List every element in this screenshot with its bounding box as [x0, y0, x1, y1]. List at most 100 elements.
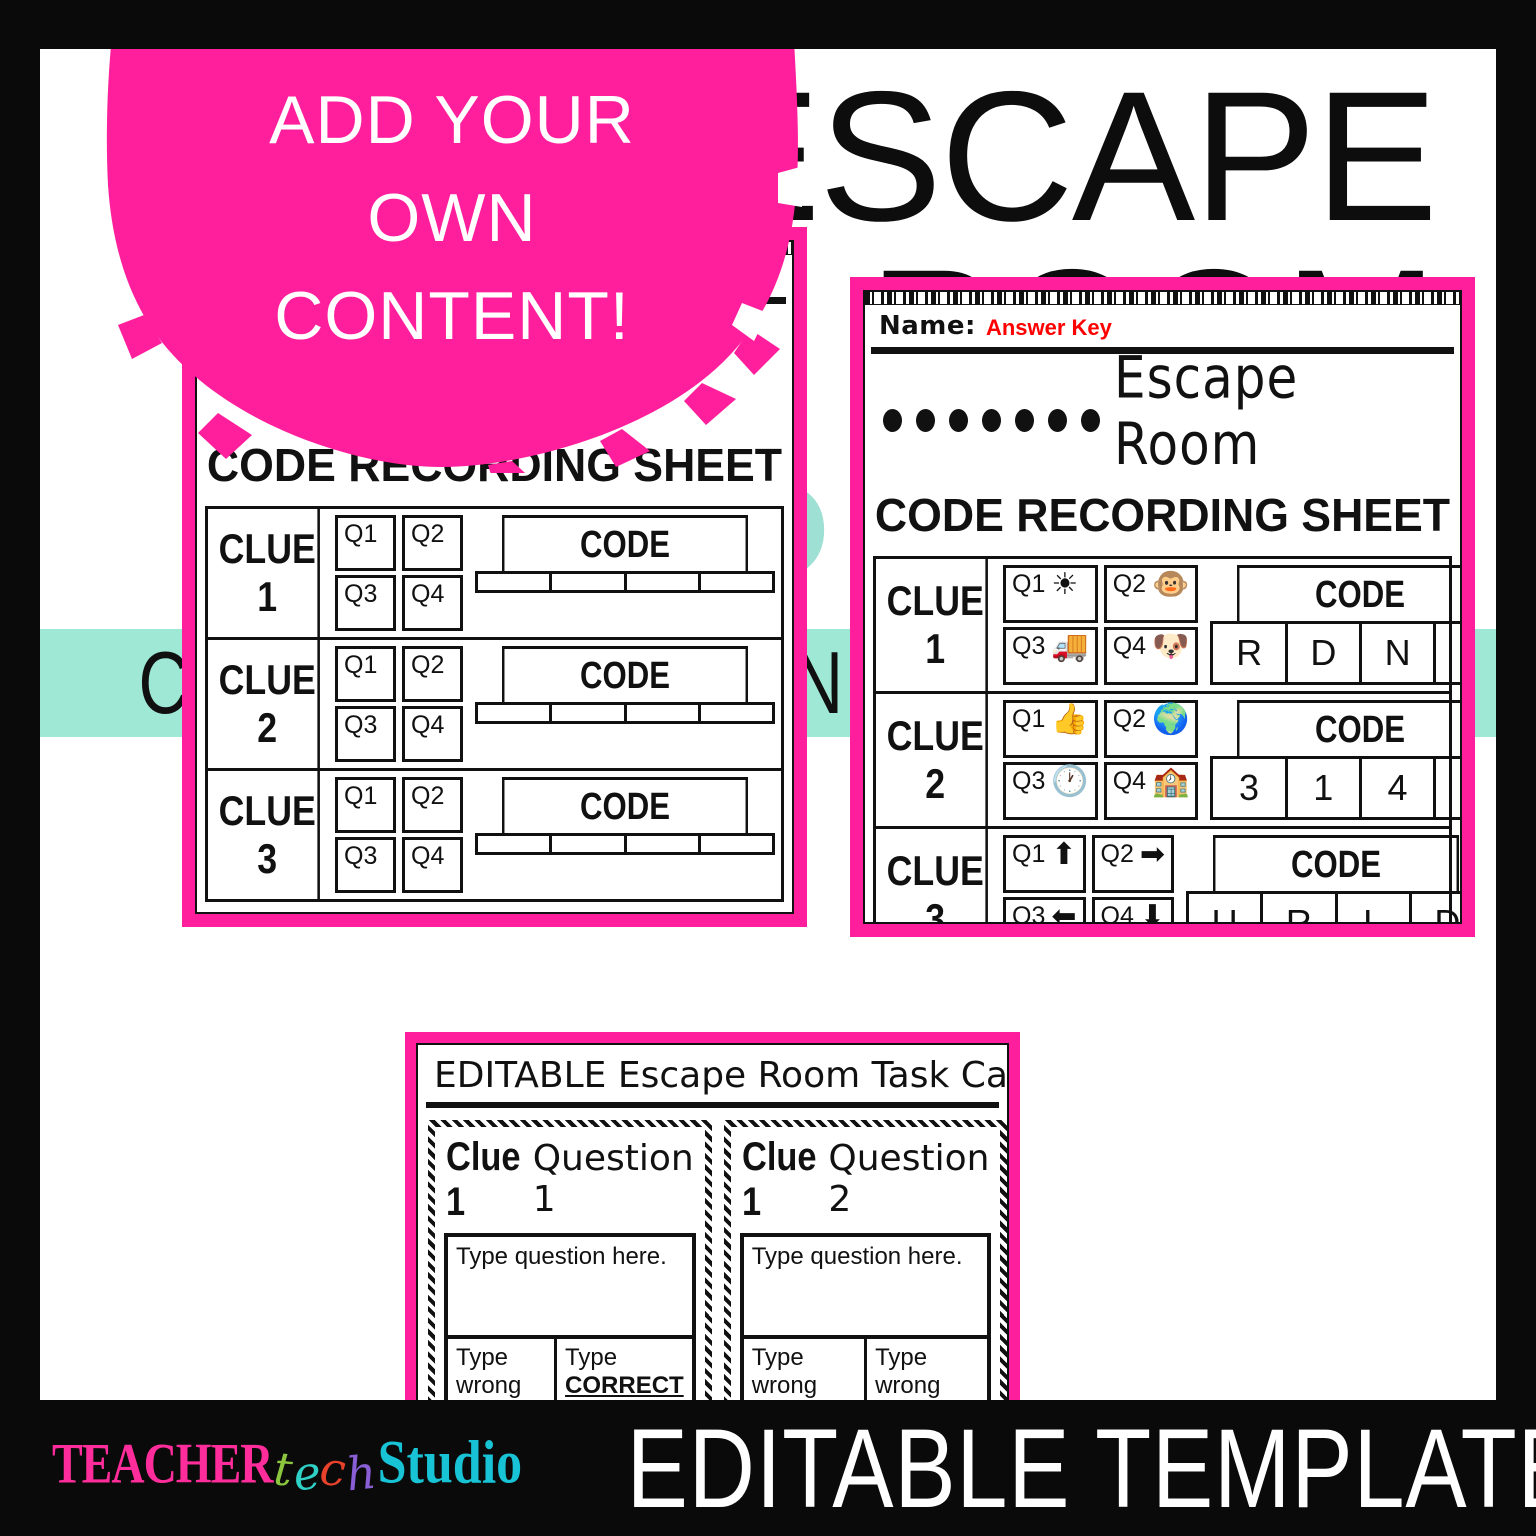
code-header: CODE	[1237, 565, 1460, 621]
code-cell[interactable]	[701, 574, 772, 590]
question-cell[interactable]: Q3 🕐	[1003, 762, 1098, 820]
question-label: Q4	[411, 580, 445, 608]
question-cell[interactable]: Q1	[335, 646, 396, 702]
code-cell[interactable]: R	[1263, 894, 1338, 922]
answer-option-wrong[interactable]: Type wrong answer here.🚌	[867, 1339, 987, 1400]
question-label: Q3	[1012, 902, 1046, 924]
task-card[interactable]: Clue 1 Question 2 Type question here. Type …	[723, 1120, 1007, 1400]
question-label: Q4	[1100, 902, 1134, 924]
footer-bar: TEACHER tech Studio EDITABLE TEMPLATE	[0, 1400, 1536, 1536]
code-cell[interactable]	[478, 705, 553, 721]
code-cell[interactable]	[627, 705, 701, 721]
question-cell[interactable]: Q2	[402, 777, 463, 833]
question-pair: Q3 Q4	[335, 706, 463, 762]
question-label: Q4	[1112, 767, 1147, 795]
question-pair: Q3 ⬅ Q4 ⬇	[1003, 897, 1174, 924]
answer-icon: ⬇	[1139, 900, 1165, 924]
code-cells	[475, 833, 775, 855]
question-cell[interactable]: Q4 ⬇	[1091, 897, 1174, 924]
code-cell[interactable]: D	[1288, 624, 1362, 682]
question-block: Q1 ☀ Q2 🐵 Q3 🚚 Q4 🐶	[997, 559, 1204, 691]
code-cell[interactable]	[627, 836, 701, 852]
answer-option-wrong[interactable]: Type wrong answer here.🙂	[744, 1339, 868, 1400]
add-your-own-content-badge: ADD YOUR OWN CONTENT!	[102, 49, 802, 473]
code-cell[interactable]: N	[1362, 624, 1437, 682]
question-cell[interactable]: Q1 ⬆	[1003, 835, 1086, 893]
code-cell[interactable]	[552, 574, 627, 590]
code-cell[interactable]	[478, 836, 553, 852]
question-cell[interactable]: Q2 🐵	[1103, 565, 1199, 623]
question-label: Q4	[411, 711, 445, 739]
question-block: Q1 Q2 Q3 Q4	[329, 640, 469, 768]
answer-option-wrong[interactable]: Type wrong answer here.👍	[448, 1339, 558, 1400]
task-cards-preview[interactable]: EDITABLE Escape Room Task Cards - Alpha …	[405, 1032, 1020, 1400]
code-header: CODE	[1213, 835, 1459, 891]
badge-line-2: OWN	[367, 180, 537, 256]
code-cell[interactable]: R	[1213, 624, 1288, 682]
task-card-question-input[interactable]: Type question here.	[739, 1233, 992, 1339]
question-cell[interactable]: Q4	[402, 837, 463, 893]
question-cell[interactable]: Q2	[402, 515, 463, 571]
question-cell[interactable]: Q3	[335, 575, 396, 631]
code-cells	[475, 702, 775, 724]
clue-table: CLUE1Q1☀Q2🐵Q3🚚Q4🐶CODERDNJCLUE2Q1👍Q2🌍Q3🕐Q…	[873, 556, 1460, 924]
clue-number: 2	[925, 760, 946, 807]
task-card[interactable]: Clue 1 Question 1 Type question here. Type …	[428, 1120, 712, 1400]
question-cell[interactable]: Q1	[335, 515, 396, 571]
question-cell[interactable]: Q4 🐶	[1103, 627, 1199, 685]
brand-logo-teacher: TEACHER	[52, 1430, 273, 1495]
poster-canvas: ESCAPE ROOM TEMPLATE CREATE YOUR OWN ESC…	[0, 0, 1536, 1536]
question-cell[interactable]: Q4	[402, 706, 463, 762]
code-cell[interactable]: 1	[1288, 759, 1362, 817]
question-cell[interactable]: Q2 ➡	[1091, 835, 1174, 893]
sheet-heading: Escape Room	[865, 345, 1460, 478]
badge-line-3: CONTENT!	[274, 278, 630, 354]
question-cell[interactable]: Q2 🌍	[1103, 700, 1199, 758]
task-card-title: Clue 1 Question 1	[444, 1135, 696, 1233]
clue-number: 1	[257, 573, 278, 620]
answer-option-correct[interactable]: Type CORRECTanswer here.☀	[557, 1339, 692, 1400]
question-cell[interactable]: Q3 ⬅	[1003, 897, 1086, 924]
question-cell[interactable]: Q3	[335, 837, 396, 893]
question-label: Q3	[344, 580, 378, 608]
task-card-grid: Clue 1 Question 1 Type question here. Type …	[418, 1108, 1007, 1400]
question-label: Q3	[1012, 767, 1046, 795]
question-cell[interactable]: Q1 👍	[1003, 700, 1098, 758]
code-cell[interactable]: 4	[1362, 759, 1437, 817]
worksheet-preview-answer-key[interactable]: Name: Answer Key Escape Room CODE RECORD…	[850, 277, 1475, 937]
question-block: Q1 ⬆ Q2 ➡ Q3 ⬅ Q4 ⬇	[997, 829, 1180, 924]
task-card-question-input[interactable]: Type question here.	[444, 1233, 696, 1339]
question-cell[interactable]: Q4	[402, 575, 463, 631]
code-header: CODE	[502, 515, 748, 571]
question-cell[interactable]: Q1	[335, 777, 396, 833]
code-cell[interactable]	[701, 836, 772, 852]
code-cell[interactable]: L	[1338, 894, 1412, 922]
question-cell[interactable]: Q1 ☀	[1003, 565, 1098, 623]
code-cell[interactable]: 5	[1436, 759, 1460, 817]
code-cell[interactable]: 3	[1213, 759, 1288, 817]
clue-number: 3	[257, 835, 278, 882]
question-cell[interactable]: Q2	[402, 646, 463, 702]
code-cell[interactable]: J	[1436, 624, 1460, 682]
clue-label: CLUE	[218, 525, 316, 572]
code-cell[interactable]	[552, 836, 627, 852]
product-card: ESCAPE ROOM TEMPLATE CREATE YOUR OWN ESC…	[40, 49, 1496, 1400]
question-label: Q1	[1012, 840, 1046, 868]
code-cell[interactable]	[552, 705, 627, 721]
question-cell[interactable]: Q3 🚚	[1003, 627, 1098, 685]
code-cell[interactable]: D	[1412, 894, 1460, 922]
clue-row: CLUE 2 Q1 Q2 Q3 Q4 CODE	[208, 640, 781, 771]
code-column: CODE	[469, 771, 781, 899]
clue-label: CLUE	[218, 787, 316, 834]
question-cell[interactable]: Q4 🏫	[1103, 762, 1199, 820]
code-cell[interactable]	[627, 574, 701, 590]
code-column: CODE	[469, 509, 781, 637]
clue-label: CLUE	[886, 577, 984, 624]
clue-number-cell: CLUE 3	[217, 771, 320, 899]
sheet-sub-title: CODE RECORDING SHEET	[874, 489, 1451, 541]
code-cell[interactable]: U	[1189, 894, 1264, 922]
code-cell[interactable]	[701, 705, 772, 721]
name-row: Name: Answer Key	[865, 305, 1460, 345]
code-cell[interactable]	[478, 574, 553, 590]
question-cell[interactable]: Q3	[335, 706, 396, 762]
